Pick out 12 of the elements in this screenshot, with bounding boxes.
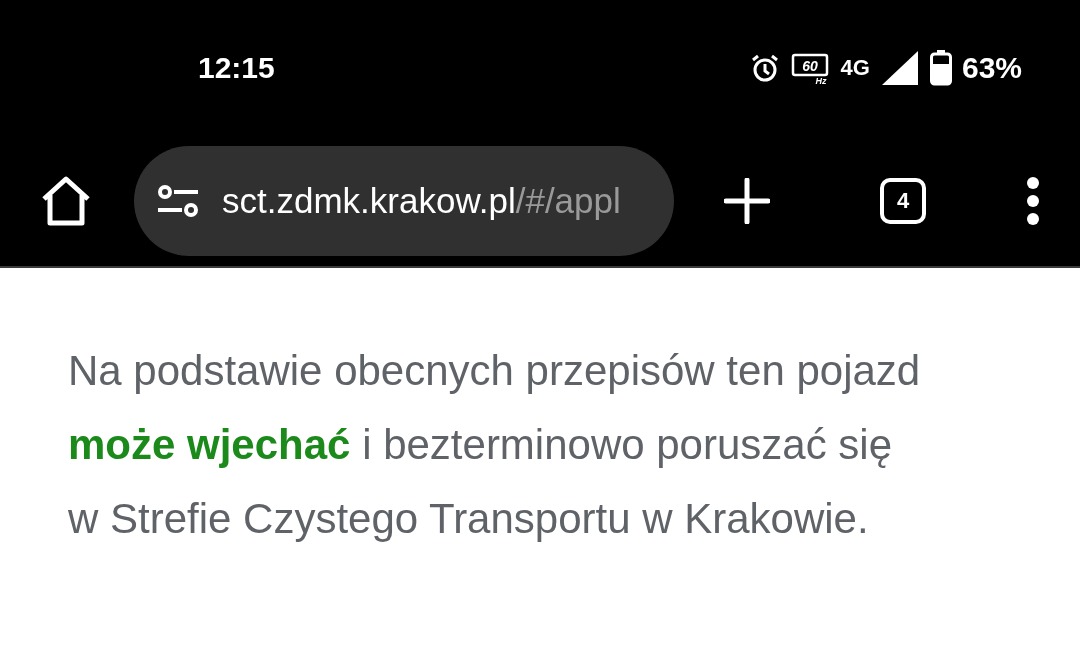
url-text: sct.zdmk.krakow.pl/#/appl: [222, 180, 621, 221]
home-icon[interactable]: [40, 174, 92, 227]
tab-count-button[interactable]: 4: [880, 177, 926, 224]
clock-time: 12:15: [198, 50, 275, 85]
result-message: Na podstawie obecnych przepisów ten pojazd może wjechać i bezterminowo poruszać się w Strefie Czystego Transportu w Krakowie.: [68, 346, 922, 544]
network-type: 4G: [840, 54, 870, 81]
plus-icon[interactable]: [724, 177, 770, 224]
battery-percent: 63%: [961, 50, 1022, 85]
battery-icon: [929, 49, 952, 86]
more-icon[interactable]: [1026, 176, 1040, 225]
address-bar[interactable]: sct.zdmk.krakow.pl/#/appl: [134, 145, 674, 256]
tune-icon[interactable]: [156, 182, 200, 219]
